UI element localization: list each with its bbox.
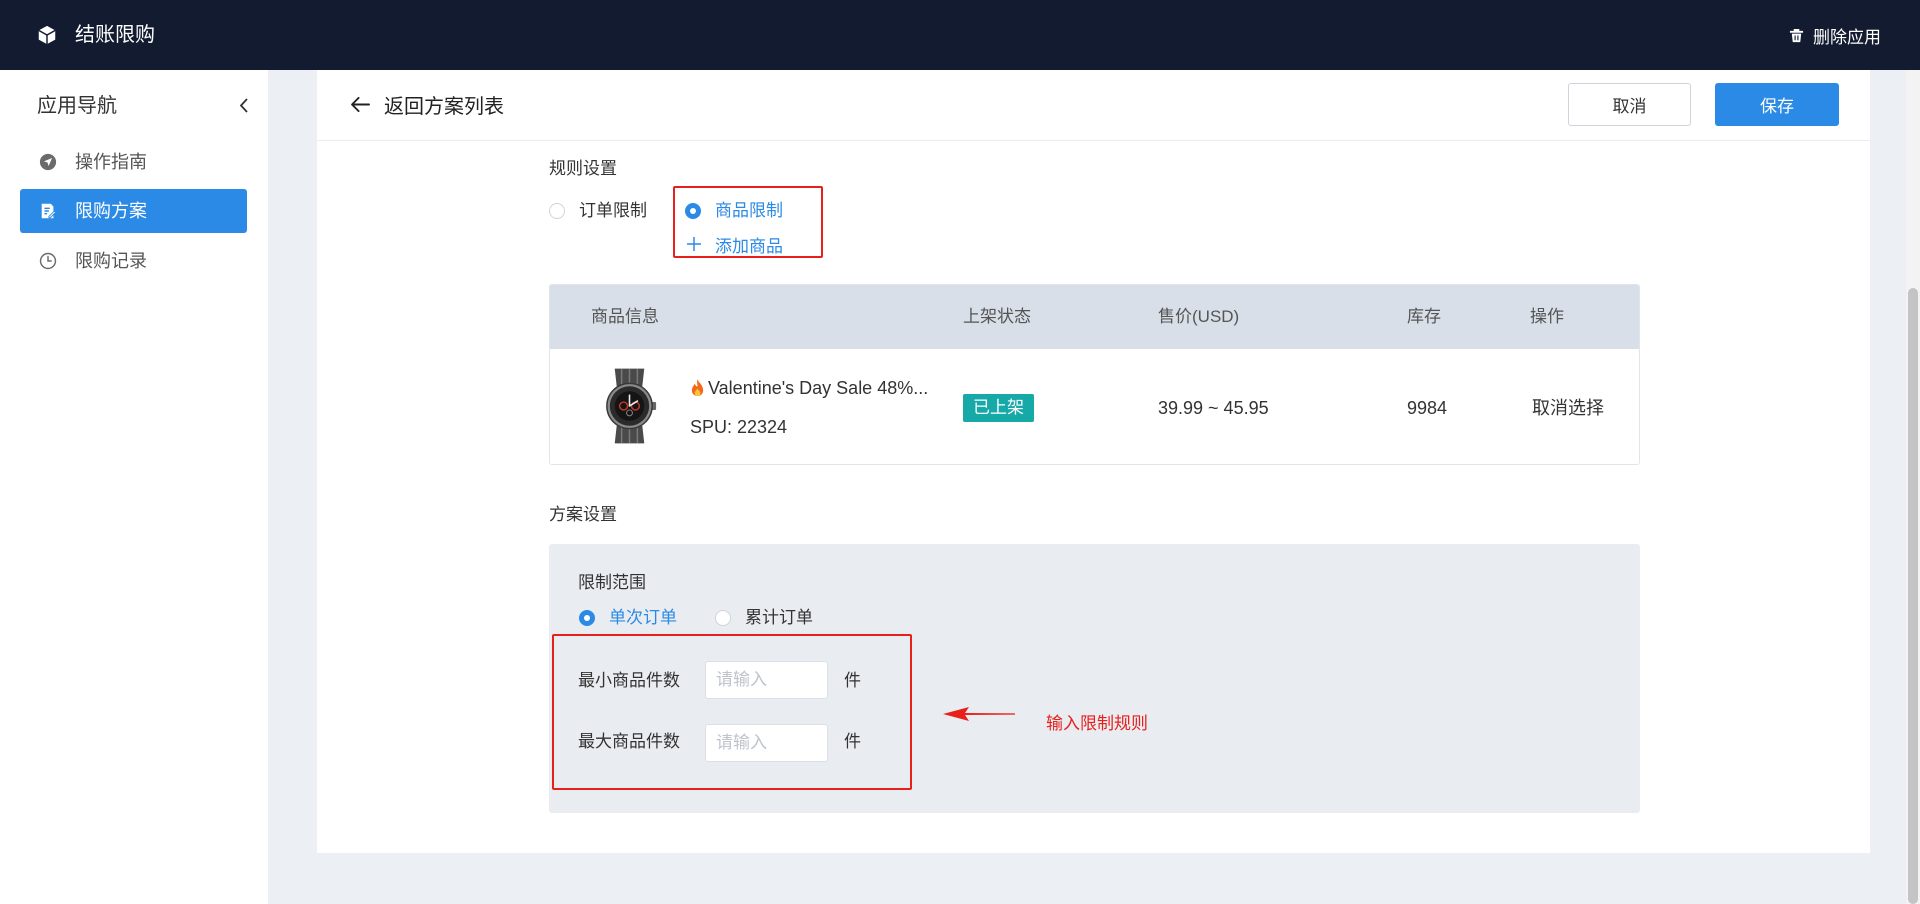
column-header-action: 操作 (1530, 307, 1564, 326)
max-quantity-unit: 件 (844, 732, 861, 751)
product-price: 39.99 ~ 45.95 (1158, 398, 1269, 418)
table-header: 商品信息 上架状态 售价(USD) 库存 操作 (550, 285, 1639, 349)
column-header-price: 售价(USD) (1158, 307, 1240, 326)
rule-settings-label: 规则设置 (549, 159, 617, 178)
document-edit-icon (39, 202, 57, 220)
cube-icon (36, 24, 58, 46)
add-product-link[interactable]: 添加商品 (687, 232, 783, 256)
header-divider (317, 140, 1870, 141)
radio-single-order[interactable]: 单次订单 (579, 606, 677, 630)
sidebar: 应用导航 操作指南 限购方案 限购记录 (0, 70, 268, 904)
column-header-product-info: 商品信息 (591, 307, 659, 326)
chevron-left-icon[interactable] (238, 97, 250, 114)
sidebar-heading: 应用导航 (37, 95, 117, 117)
min-quantity-input[interactable] (705, 661, 828, 699)
plus-icon (687, 237, 701, 251)
delete-app-button[interactable]: 删除应用 (1789, 23, 1881, 47)
radio-label: 商品限制 (715, 201, 783, 220)
table-row: Valentine's Day Sale 48%... SPU: 22324 已… (550, 349, 1639, 464)
sidebar-item-guide[interactable]: 操作指南 (20, 140, 247, 184)
plan-settings-label: 方案设置 (549, 505, 617, 524)
radio-cumulative-order[interactable]: 累计订单 (715, 606, 813, 630)
annotation-arrow-icon (943, 706, 1015, 722)
product-stock: 9984 (1407, 398, 1448, 418)
radio-circle[interactable] (685, 203, 701, 219)
column-header-status: 上架状态 (963, 307, 1031, 326)
add-product-label: 添加商品 (715, 236, 783, 256)
limit-scope-label: 限制范围 (578, 573, 646, 592)
annotation-text: 输入限制规则 (1046, 714, 1148, 733)
radio-product-limit[interactable]: 商品限制 (685, 199, 783, 223)
trash-icon (1789, 28, 1804, 43)
sidebar-item-label: 限购方案 (75, 201, 147, 221)
fire-icon (690, 378, 705, 397)
product-spu: SPU: 22324 (690, 417, 788, 437)
app-title: 结账限购 (75, 24, 155, 46)
delete-app-label: 删除应用 (1813, 27, 1881, 47)
sidebar-item-records[interactable]: 限购记录 (20, 239, 247, 283)
back-to-list-link[interactable]: 返回方案列表 (350, 92, 504, 118)
product-table: 商品信息 上架状态 售价(USD) 库存 操作 Valentine's Day … (549, 284, 1640, 465)
min-quantity-unit: 件 (844, 671, 861, 690)
radio-order-limit[interactable]: 订单限制 (549, 199, 647, 223)
back-label: 返回方案列表 (384, 95, 504, 118)
top-bar: 结账限购 删除应用 (0, 0, 1920, 70)
column-header-stock: 库存 (1407, 307, 1441, 326)
product-title: Valentine's Day Sale 48%... (708, 378, 929, 398)
max-quantity-label: 最大商品件数 (578, 732, 680, 751)
radio-label: 单次订单 (609, 608, 677, 627)
radio-circle[interactable] (579, 610, 595, 626)
save-button[interactable]: 保存 (1715, 83, 1839, 126)
sidebar-item-label: 操作指南 (75, 152, 147, 172)
scrollbar-track[interactable] (1906, 70, 1920, 904)
radio-label: 累计订单 (745, 608, 813, 627)
deselect-product-link[interactable]: 取消选择 (1532, 396, 1604, 420)
arrow-left-icon (350, 96, 371, 113)
min-quantity-label: 最小商品件数 (578, 671, 680, 690)
sidebar-item-label: 限购记录 (75, 251, 147, 271)
max-quantity-input[interactable] (705, 724, 828, 762)
highlight-box (552, 634, 912, 790)
plan-settings-panel: 限制范围 单次订单 累计订单 最小商品件数 件 最大商品件数 件 输入限制规则 (549, 544, 1640, 813)
radio-label: 订单限制 (579, 201, 647, 220)
scrollbar-thumb[interactable] (1908, 288, 1918, 904)
product-image (597, 368, 662, 444)
radio-circle[interactable] (549, 203, 565, 219)
sidebar-item-plans[interactable]: 限购方案 (20, 189, 247, 233)
cancel-button[interactable]: 取消 (1568, 83, 1691, 126)
navigation-icon (39, 153, 57, 171)
plan-editor-card: 返回方案列表 取消 保存 规则设置 订单限制 商品限制 添加商品 商品信息 上架… (317, 70, 1870, 853)
clock-icon (39, 252, 57, 270)
status-badge: 已上架 (963, 394, 1034, 422)
radio-circle[interactable] (715, 610, 731, 626)
